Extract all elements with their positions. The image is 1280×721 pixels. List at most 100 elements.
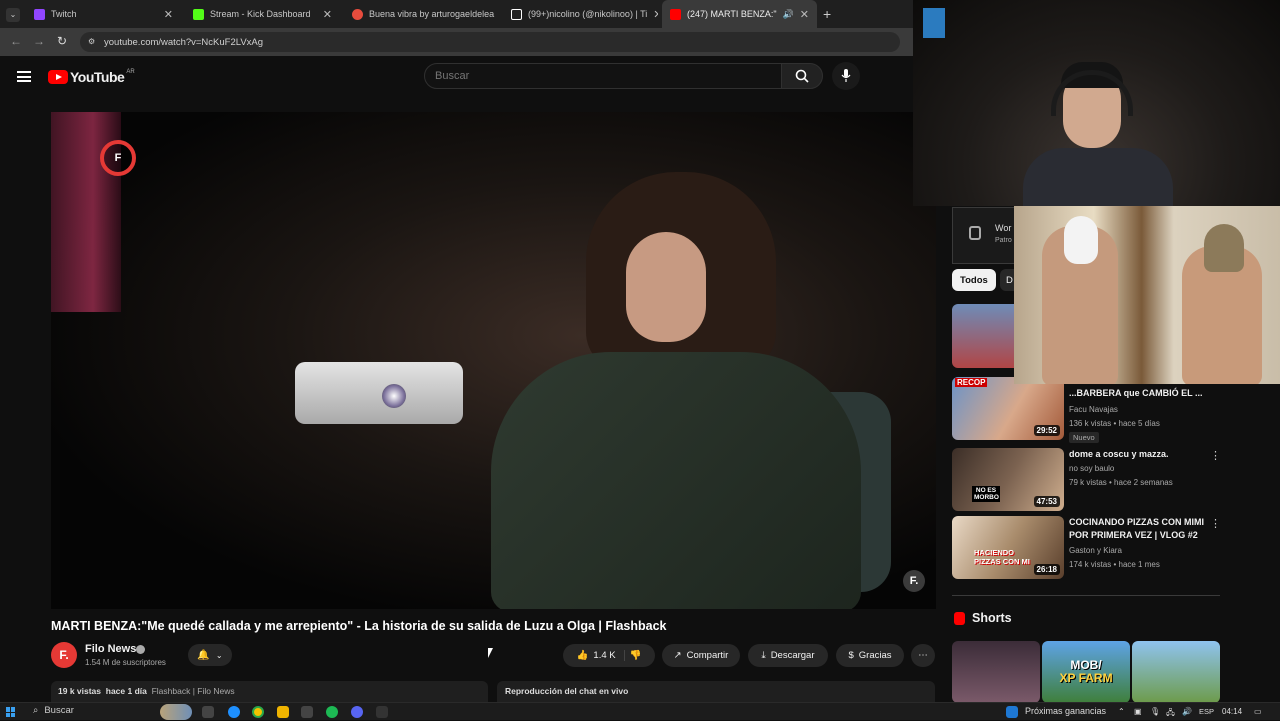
like-dislike-group: 👍 1.4 K 👎 [563, 644, 655, 667]
sidebar-video-meta: 136 k vistas • hace 5 días [1069, 419, 1160, 428]
sidebar-promo-card[interactable] [952, 207, 1022, 264]
chevron-up-icon[interactable]: ⌃ [1118, 707, 1125, 716]
view-count: 19 k vistas [58, 686, 102, 696]
sidebar-divider [952, 595, 1220, 596]
video-thumbnail[interactable]: NO ES MORBO 47:53 [952, 448, 1064, 511]
youtube-logo[interactable]: YouTube AR [48, 69, 135, 85]
search-button[interactable] [781, 63, 823, 89]
promo-card-subtitle: Patro [995, 237, 1012, 244]
channel-name[interactable]: Filo News [85, 643, 136, 655]
channel-watermark[interactable]: F [100, 140, 136, 176]
voice-search-button[interactable] [832, 62, 860, 90]
video-branding-badge[interactable]: F. [903, 570, 925, 592]
description-box[interactable]: 19 k vistas hace 1 día Flashback | Filo … [51, 681, 488, 703]
sidebar-channel-name[interactable]: Facu Navajas [1069, 405, 1118, 414]
like-button[interactable]: 👍 1.4 K [577, 650, 625, 661]
close-icon[interactable]: ✕ [794, 8, 809, 21]
tab-kick-dashboard[interactable]: Stream - Kick Dashboard ✕ [185, 0, 340, 28]
widgets-icon[interactable] [160, 704, 192, 720]
sidebar-channel-name[interactable]: Gaston y Kiara [1069, 546, 1122, 555]
new-tab-button[interactable]: + [823, 6, 831, 22]
tab-buena-vibra[interactable]: Buena vibra by arturogaeldelea ✕ [344, 0, 499, 28]
volume-icon[interactable]: 🔊 [1182, 707, 1192, 716]
ghostface-mask [1064, 216, 1098, 264]
description-tags[interactable]: Flashback | Filo News [152, 686, 235, 696]
tab-label: (247) MARTI BENZA:"Me qu [687, 9, 777, 19]
windows-start-icon[interactable] [6, 707, 16, 717]
task-view-icon[interactable] [202, 706, 214, 718]
tab-twitch[interactable]: Twitch ✕ [26, 0, 181, 28]
video-player[interactable]: F F. [51, 112, 936, 609]
back-icon[interactable]: ← [10, 34, 22, 48]
mouse-cursor-icon [488, 648, 498, 658]
more-vertical-icon[interactable]: ⋮ [1210, 517, 1221, 530]
sidebar-channel-name[interactable]: no soy baulo [1069, 464, 1114, 473]
speaker-icon[interactable]: 🔊 [783, 9, 794, 20]
thanks-button[interactable]: $ Gracias [836, 644, 904, 667]
search-input[interactable] [424, 63, 782, 89]
youtube-play-icon [48, 70, 68, 84]
folder-icon[interactable] [277, 706, 289, 718]
like-count: 1.4 K [593, 650, 616, 661]
edge-icon[interactable] [228, 706, 240, 718]
taskbar-search[interactable]: ⌕ Buscar [33, 705, 74, 716]
url-field[interactable]: ⚙ youtube.com/watch?v=NcKuF2LVxAg [80, 32, 900, 52]
video-frame-person-face [626, 232, 706, 342]
network-icon[interactable]: 🖧 [1166, 707, 1175, 721]
short-thumbnail[interactable] [1132, 641, 1220, 703]
tab-tiktok[interactable]: (99+)nicolino (@nikolinoo) | Ti ✕ [503, 0, 658, 28]
tab-list-button[interactable]: ⌄ [6, 8, 20, 22]
chrome-icon[interactable] [252, 706, 264, 718]
tab-label: Stream - Kick Dashboard [210, 9, 311, 19]
clock[interactable]: 04:14 [1222, 707, 1242, 716]
more-vertical-icon[interactable]: ⋮ [1210, 449, 1221, 462]
menu-icon[interactable] [17, 71, 31, 82]
short-thumbnail[interactable] [952, 641, 1040, 703]
sidebar-video-title[interactable]: COCINANDO PIZZAS CON MIMI POR PRIMERA VE… [1069, 516, 1209, 542]
video-thumbnail[interactable]: HACIENDO PIZZAS CON MI 26:18 [952, 516, 1064, 579]
dislike-button[interactable]: 👎 [630, 650, 642, 661]
browser-tab-strip: ⌄ Twitch ✕ Stream - Kick Dashboard ✕ Bue… [0, 0, 913, 28]
short-thumbnail[interactable]: MOB/ XP FARM [1042, 641, 1130, 703]
chip-todos[interactable]: Todos [952, 269, 996, 291]
close-icon[interactable]: ✕ [647, 8, 658, 21]
region-code: AR [126, 69, 135, 75]
promo-card-title: Wor [995, 223, 1012, 233]
share-button[interactable]: ↗ Compartir [662, 644, 740, 667]
tray-icon[interactable]: ▣ [1134, 707, 1142, 716]
sidebar-video-title[interactable]: dome a coscu y mazza. [1069, 448, 1209, 461]
thumbnail-caption: RECOP [955, 378, 988, 387]
short-caption: XP FARM [1059, 671, 1113, 685]
notifications-icon[interactable]: ▭ [1254, 707, 1262, 716]
shorts-heading: Shorts [972, 611, 1012, 625]
twitch-icon [34, 8, 45, 20]
close-icon[interactable]: ✕ [158, 8, 173, 21]
download-app-icon[interactable] [376, 706, 388, 718]
search-icon: ⌕ [33, 705, 39, 716]
sidebar-video-title[interactable]: ...BARBERA que CAMBIÓ EL ... [1069, 387, 1209, 400]
close-icon[interactable]: ✕ [317, 8, 332, 21]
more-actions-button[interactable]: ⋯ [911, 644, 935, 667]
download-button[interactable]: ⤓ Descargar [748, 644, 828, 667]
address-bar-row: ← → ↻ ⚙ youtube.com/watch?v=NcKuF2LVxAg [0, 28, 913, 56]
live-chat-replay[interactable]: Reproducción del chat en vivo [497, 681, 935, 703]
tab-label: Twitch [51, 9, 77, 19]
app-icon[interactable] [301, 706, 313, 718]
shield-icon [969, 226, 981, 240]
forward-icon[interactable]: → [33, 34, 45, 48]
site-info-icon[interactable]: ⚙ [88, 37, 95, 46]
notification-bell-button[interactable]: 🔔 ⌄ [188, 644, 232, 666]
video-thumbnail[interactable] [952, 304, 1022, 368]
tab-youtube-active[interactable]: (247) MARTI BENZA:"Me qu 🔊 ✕ [662, 0, 817, 28]
finance-widget-icon [1006, 706, 1018, 718]
close-icon[interactable]: ✕ [494, 8, 499, 21]
mic-tray-icon[interactable]: 🎙 [1150, 707, 1160, 716]
earnings-widget-label[interactable]: Próximas ganancias [1025, 706, 1106, 716]
reload-icon[interactable]: ↻ [57, 34, 67, 48]
channel-avatar[interactable]: F. [51, 642, 77, 668]
language-indicator[interactable]: ESP [1199, 707, 1214, 716]
thanks-icon: $ [848, 650, 854, 661]
spotify-icon[interactable] [326, 706, 338, 718]
discord-icon[interactable] [351, 706, 363, 718]
video-thumbnail[interactable]: RECOP 29:52 [952, 377, 1064, 440]
